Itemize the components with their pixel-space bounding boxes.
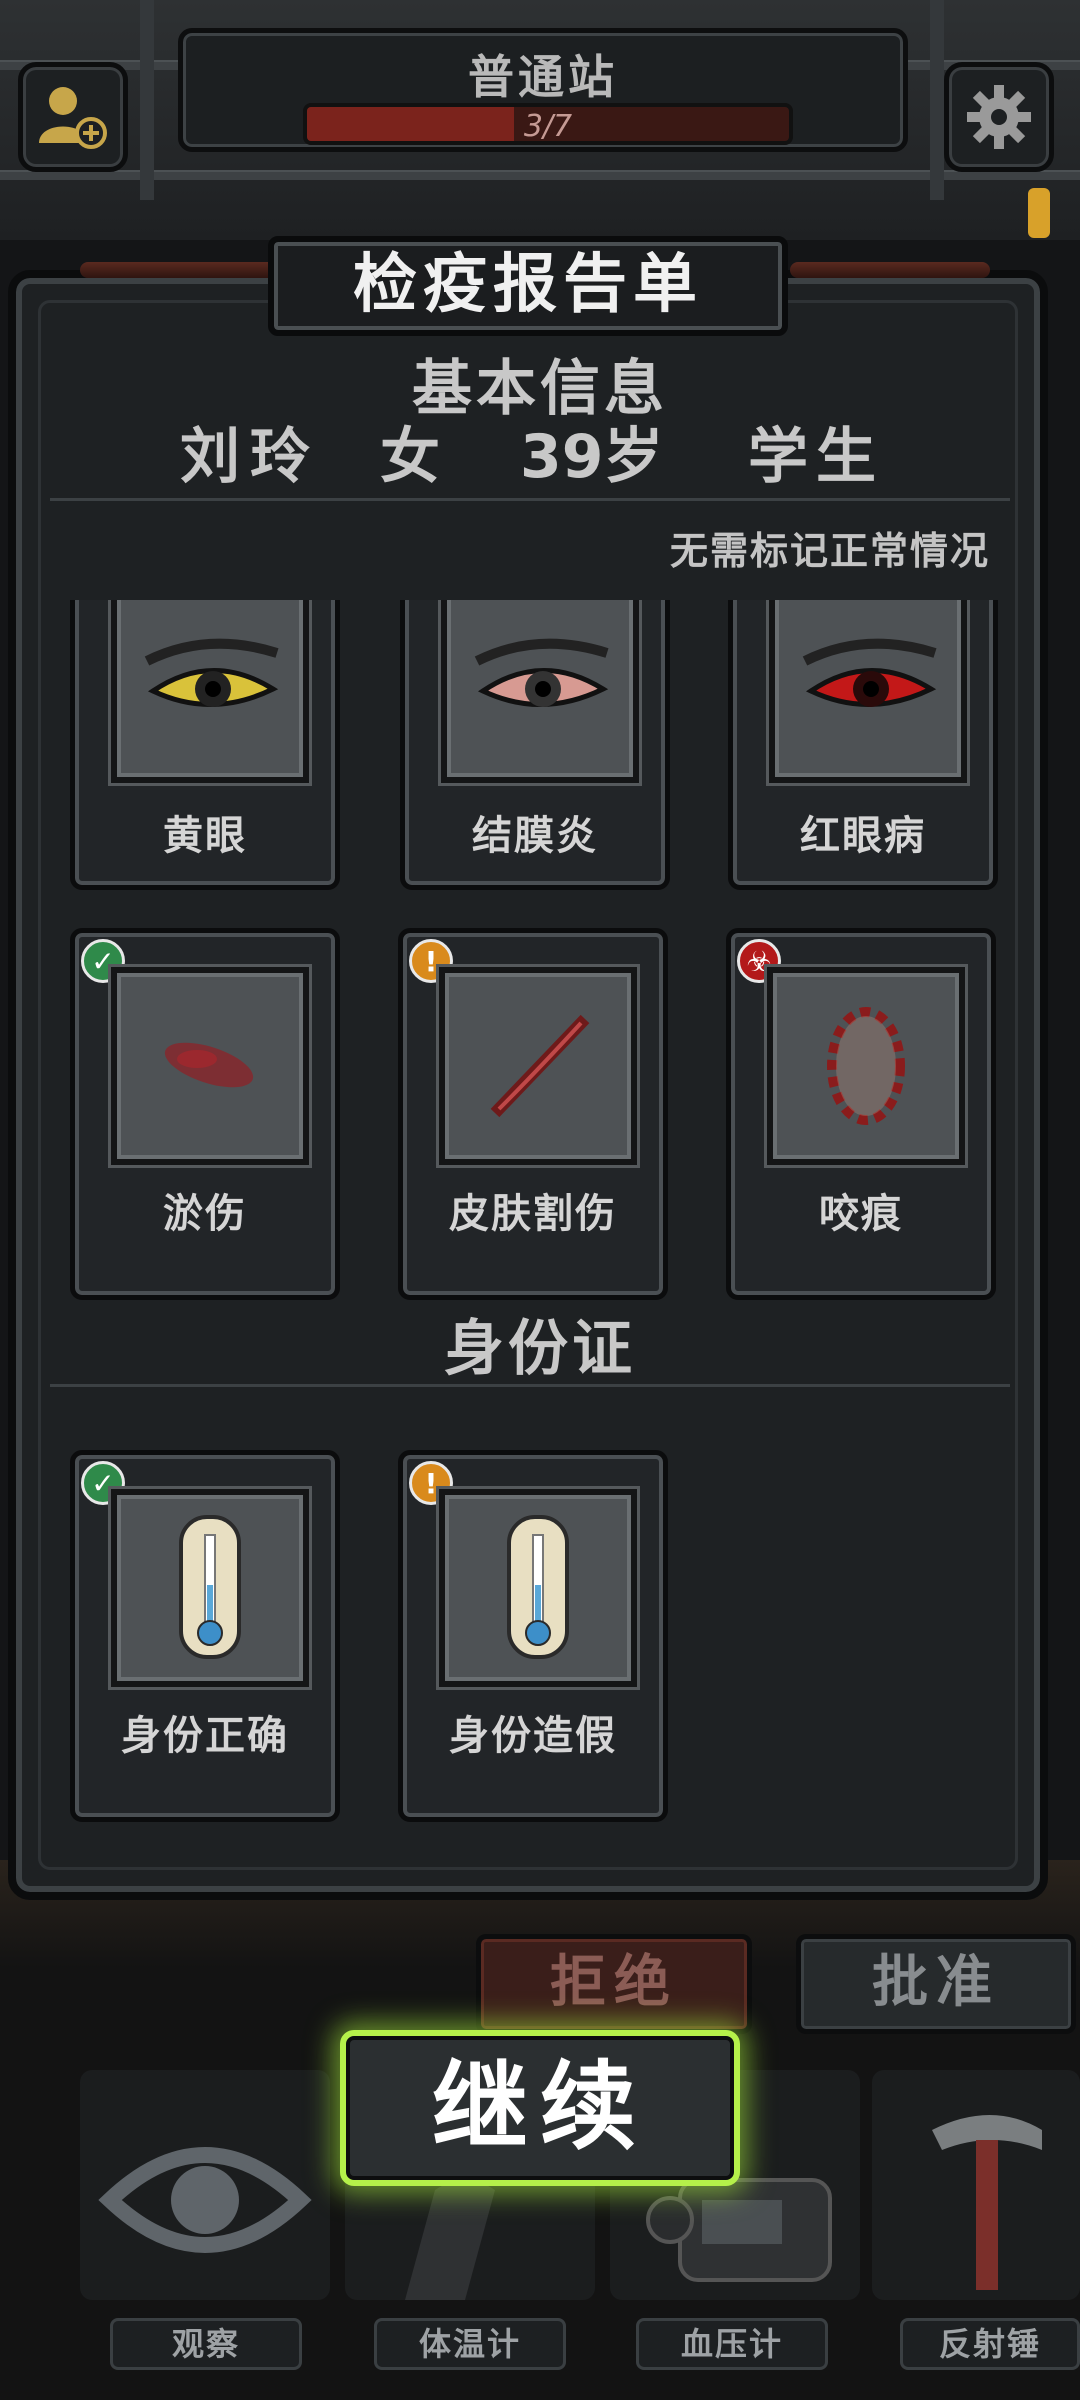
person-gender: 女 [380,422,440,492]
symptom-card-skin-cut[interactable]: ! 皮肤割伤 [398,928,668,1300]
tool-label-blood-pressure[interactable]: 血压计 [636,2318,828,2370]
thermometer-icon [179,1515,241,1659]
symptom-label: 结膜炎 [472,813,598,859]
skin-cut-icon [490,1014,590,1118]
reflex-hammer-icon [932,2115,1042,2290]
symptom-label: 红眼病 [800,813,926,859]
bruise-icon [164,1042,254,1088]
symptom-card-bruise[interactable]: ✓ 淤伤 [70,928,340,1300]
yellow-eye-icon [144,638,279,707]
divider [50,498,1010,501]
approve-button[interactable]: 批准 [796,1934,1076,2034]
id-heading: 身份证 [444,1314,636,1384]
symptom-card-conjunctivitis[interactable]: 结膜炎 [400,600,670,890]
person-info-row: 刘玲 女 39岁 学生 [0,408,1080,492]
id-check-label: 身份造假 [449,1713,617,1759]
divider [50,1384,1010,1387]
id-check-label: 身份正确 [121,1713,289,1759]
report-title-plate: 检疫报告单 [268,236,788,336]
id-card-correct[interactable]: ✓ 身份正确 [70,1450,340,1822]
station-name: 普通站 [468,50,618,104]
person-age: 39岁 [520,422,664,492]
tool-label-observe[interactable]: 观察 [110,2318,302,2370]
bite-mark-icon [827,1007,905,1125]
panel-cable-right [790,262,990,278]
eye-icon [98,2147,312,2253]
continue-button[interactable]: 继续 [340,2030,740,2186]
tool-label-reflex-hammer[interactable]: 反射锤 [900,2318,1080,2370]
settings-button[interactable] [944,62,1054,172]
alert-marker [1028,188,1050,238]
symptom-grid-scroll: 黄眼 结膜炎 红眼病 [60,600,1020,900]
conjunctivitis-eye-icon [474,638,609,707]
symptom-label: 黄眼 [163,813,247,859]
symptom-card-bite-mark[interactable]: ☣ 咬痕 [726,928,996,1300]
station-panel: 普通站 3/7 [178,28,908,152]
gear-icon [967,85,1031,149]
person-occupation: 学生 [748,422,884,492]
add-person-button[interactable] [18,62,128,172]
symptom-label: 咬痕 [819,1191,903,1237]
progress-bar: 3/7 [303,103,793,145]
panel-cable-left [80,262,280,278]
tool-reflex-hammer[interactable] [872,2070,1080,2300]
thermometer-icon [507,1515,569,1659]
reject-button[interactable]: 拒绝 [476,1934,752,2034]
person-name: 刘玲 [180,422,320,492]
report-title: 检疫报告单 [353,248,703,322]
add-person-icon [39,87,107,149]
progress-text: 3/7 [523,109,573,144]
red-eye-icon [802,638,937,707]
symptom-card-red-eye[interactable]: 红眼病 [728,600,998,890]
tool-observe[interactable] [80,2070,330,2300]
hint-text: 无需标记正常情况 [669,529,990,573]
symptom-card-yellow-eye[interactable]: 黄眼 [70,600,340,890]
id-card-fake[interactable]: ! 身份造假 [398,1450,668,1822]
symptom-label: 淤伤 [163,1191,247,1237]
tool-label-thermometer[interactable]: 体温计 [374,2318,566,2370]
symptom-label: 皮肤割伤 [449,1191,617,1237]
